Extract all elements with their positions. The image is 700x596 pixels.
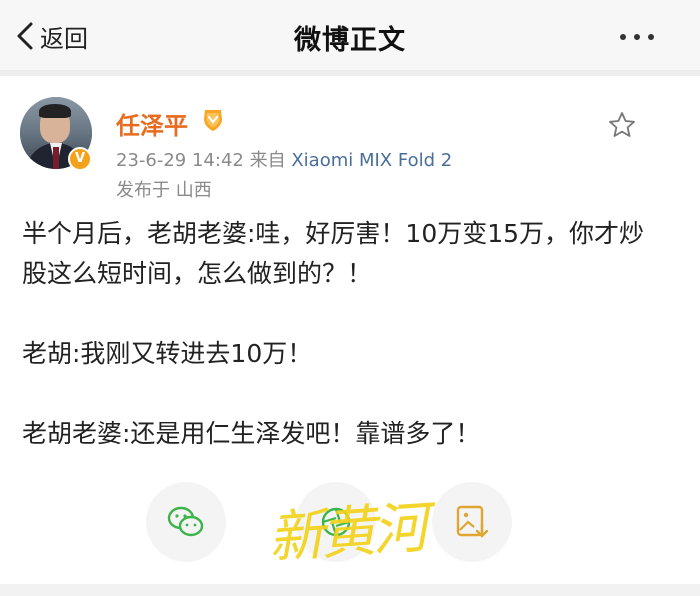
vip-membership-icon <box>204 110 222 131</box>
more-options-button[interactable] <box>620 34 654 40</box>
page-title: 微博正文 <box>294 25 406 56</box>
wechat-icon <box>167 506 204 537</box>
source-device[interactable]: Xiaomi MIX Fold 2 <box>291 150 452 171</box>
save-image-button[interactable] <box>432 482 512 562</box>
verified-badge-icon: V <box>68 147 92 171</box>
post-content: 半个月后，老胡老婆:哇，好厉害！10万变15万，你才炒股这么短时间，怎么做到的？… <box>22 214 662 454</box>
author-name[interactable]: 任泽平 <box>116 106 188 141</box>
share-moments-button[interactable] <box>296 482 376 562</box>
post-meta: 23-6-29 14:42 来自 Xiaomi MIX Fold 2 <box>116 146 452 172</box>
more-dots-icon <box>620 34 626 40</box>
share-wechat-button[interactable] <box>146 482 226 562</box>
post-location: 发布于 山西 <box>116 180 212 201</box>
nav-divider <box>0 70 700 76</box>
post-paragraph: 老胡:我刚又转进去10万！ <box>22 339 313 368</box>
navigation-bar: 返回 微博正文 <box>0 0 700 70</box>
wechat-moments-icon <box>321 507 351 537</box>
post-paragraph: 半个月后，老胡老婆:哇，好厉害！10万变15万，你才炒股这么短时间，怎么做到的？… <box>22 219 645 288</box>
bottom-strip <box>0 584 700 596</box>
source-prefix: 来自 <box>249 150 286 171</box>
post-timestamp: 23-6-29 14:42 <box>116 150 244 171</box>
post-paragraph: 老胡老婆:还是用仁生泽发吧！靠谱多了！ <box>22 419 481 448</box>
share-action-bar <box>0 472 700 582</box>
star-favorite-icon[interactable] <box>607 110 637 140</box>
save-image-icon <box>456 505 489 538</box>
